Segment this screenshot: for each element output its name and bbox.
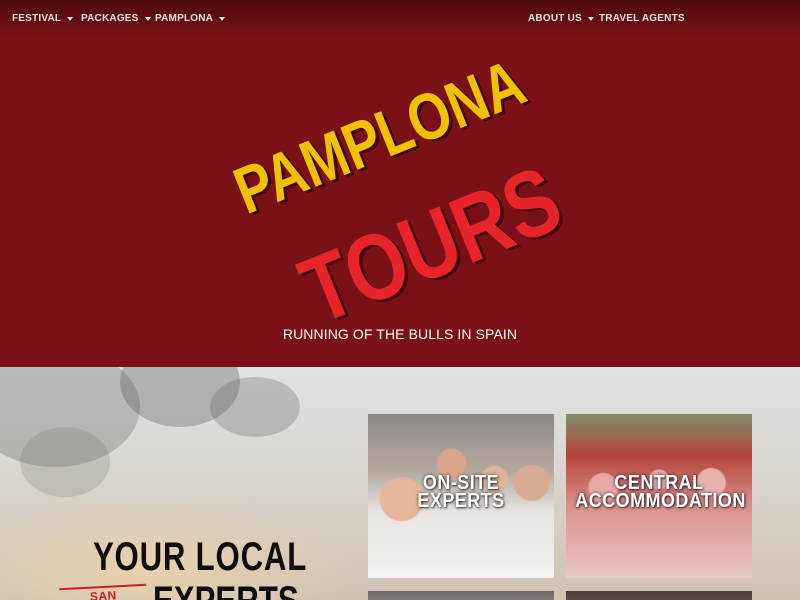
feature-card-4[interactable] [566,591,752,600]
heading-line-your-local: YOUR LOCAL [92,535,308,579]
card-title-line: ACCOMMODATION [575,490,746,512]
section-heading: YOUR LOCAL SAN FERMIN EXPERTS [59,535,340,600]
nav-item-label: PACKAGES [81,13,139,24]
nav-item-travel-agents[interactable]: TRAVEL AGENTS [599,13,685,24]
nav-item-label: TRAVEL AGENTS [599,13,685,24]
local-experts-section: YOUR LOCAL SAN FERMIN EXPERTS ON-SITE EX… [0,367,800,600]
chevron-down-icon [219,16,226,21]
photo-icon [368,591,554,600]
nav-item-pamplona[interactable]: PAMPLONA [155,13,226,24]
chevron-down-icon [67,16,74,21]
nav-item-label: ABOUT US [528,13,582,24]
photo-icon [566,591,752,600]
nav-item-label: PAMPLONA [155,13,214,24]
heading-line-experts: EXPERTS [153,579,299,600]
pamplona-tours-logo[interactable]: PAMPLONA TOURS [220,45,580,344]
feature-card-3[interactable] [368,591,554,600]
feature-card-central-accommodation[interactable]: CENTRAL ACCOMMODATION [566,414,752,578]
card-title: ON-SITE EXPERTS [377,473,544,512]
card-title-line: EXPERTS [417,490,505,512]
san-fermin-badge: SAN FERMIN [59,583,149,600]
nav-item-packages[interactable]: PACKAGES [81,13,151,24]
nav-item-festival[interactable]: FESTIVAL [12,13,74,24]
background-foliage [210,377,300,437]
main-navigation: FESTIVAL PACKAGES PAMPLONA ABOUT US TRAV… [0,0,800,38]
card-title: CENTRAL ACCOMMODATION [575,473,746,512]
background-foliage [20,427,110,497]
nav-item-label: FESTIVAL [12,13,62,24]
hero-tagline: RUNNING OF THE BULLS IN SPAIN [282,326,518,342]
chevron-down-icon [587,16,594,21]
feature-card-on-site-experts[interactable]: ON-SITE EXPERTS [368,414,554,578]
chevron-down-icon [144,16,151,21]
nav-item-about-us[interactable]: ABOUT US [528,13,594,24]
hero-banner: FESTIVAL PACKAGES PAMPLONA ABOUT US TRAV… [0,0,800,367]
heading-row-experts: SAN FERMIN EXPERTS [59,579,340,600]
